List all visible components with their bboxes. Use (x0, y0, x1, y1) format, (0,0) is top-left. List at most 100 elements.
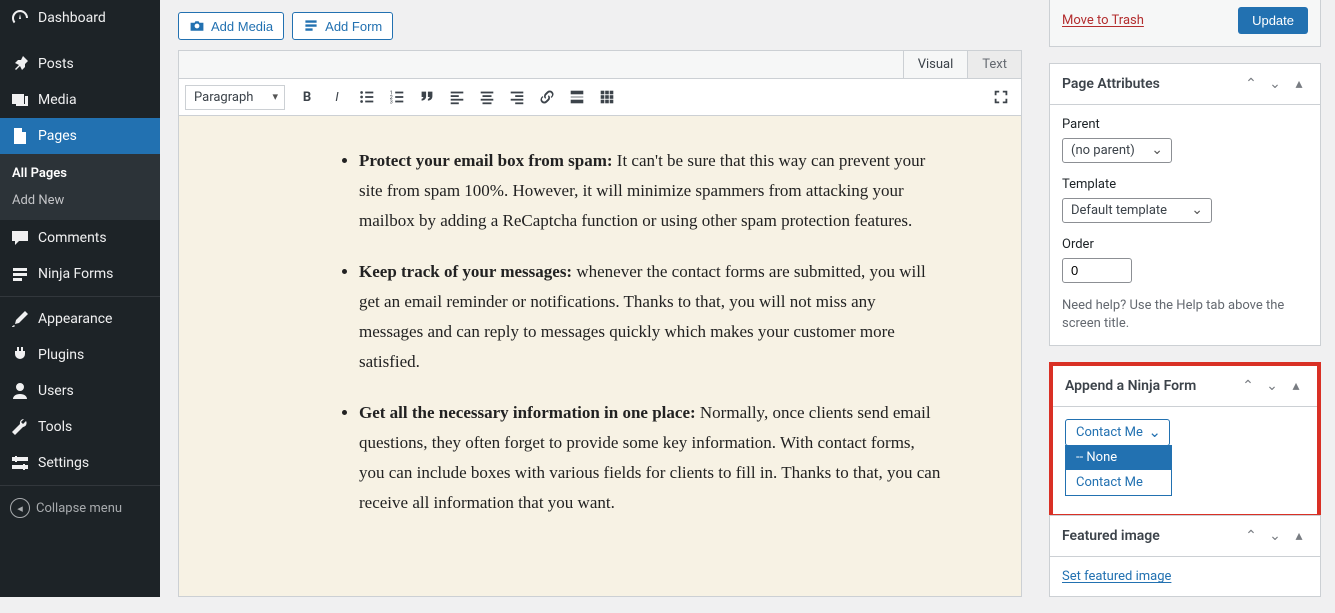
collapse-menu-button[interactable]: ◂ Collapse menu (0, 490, 160, 526)
ninja-option-none[interactable]: -- None (1066, 445, 1171, 470)
move-down-icon[interactable]: ⌄ (1266, 528, 1284, 544)
parent-select[interactable]: (no parent) (1062, 138, 1172, 163)
sidebar-label: Pages (38, 128, 77, 144)
sidebar-item-pages[interactable]: Pages (0, 118, 160, 154)
tab-text[interactable]: Text (967, 51, 1021, 78)
toolbar-toggle-button[interactable] (593, 83, 621, 111)
toggle-panel-icon[interactable]: ▴ (1287, 378, 1305, 394)
sidebar-item-settings[interactable]: Settings (0, 445, 160, 481)
featured-image-box: Featured image ⌃ ⌄ ▴ Set featured image (1049, 515, 1321, 597)
parent-select-value: (no parent) (1071, 143, 1135, 158)
format-select[interactable]: Paragraph (185, 85, 285, 110)
editor-mode-tabs: Visual Text (179, 51, 1021, 79)
editor-container: Visual Text Paragraph B I 123 Protect yo… (178, 50, 1022, 597)
media-toolbar: Add Media Add Form (178, 12, 1022, 40)
italic-button[interactable]: I (323, 83, 351, 111)
parent-label: Parent (1062, 117, 1308, 132)
sidebar-item-plugins[interactable]: Plugins (0, 337, 160, 373)
sidebar-label: Posts (38, 56, 74, 72)
dashboard-icon (10, 8, 30, 28)
template-select-value: Default template (1071, 203, 1167, 218)
order-input[interactable] (1062, 258, 1132, 283)
toggle-panel-icon[interactable]: ▴ (1290, 528, 1308, 544)
align-right-button[interactable] (503, 83, 531, 111)
tab-visual[interactable]: Visual (903, 51, 968, 78)
update-button[interactable]: Update (1238, 7, 1308, 34)
ninja-select-value: Contact Me (1076, 425, 1143, 440)
tinymce-toolbar: Paragraph B I 123 (179, 79, 1021, 116)
camera-music-icon (189, 18, 205, 34)
ninja-forms-icon (10, 264, 30, 284)
move-down-icon[interactable]: ⌄ (1263, 378, 1281, 394)
sidebar-sub-add-new[interactable]: Add New (0, 187, 160, 214)
pages-icon (10, 126, 30, 146)
page-attributes-header[interactable]: Page Attributes ⌃ ⌄ ▴ (1050, 64, 1320, 105)
link-button[interactable] (533, 83, 561, 111)
sidebar-item-dashboard[interactable]: Dashboard (0, 0, 160, 36)
add-form-button[interactable]: Add Form (292, 12, 393, 40)
bullet-3-bold: Get all the necessary information in one… (359, 403, 696, 422)
move-to-trash-link[interactable]: Move to Trash (1062, 13, 1144, 28)
sidebar-label: Plugins (38, 347, 84, 363)
sidebar-item-comments[interactable]: Comments (0, 220, 160, 256)
move-up-icon[interactable]: ⌃ (1239, 378, 1257, 394)
sidebar-item-appearance[interactable]: Appearance (0, 301, 160, 337)
sidebar-item-posts[interactable]: Posts (0, 46, 160, 82)
add-media-label: Add Media (211, 19, 273, 34)
template-label: Template (1062, 177, 1308, 192)
featured-image-header[interactable]: Featured image ⌃ ⌄ ▴ (1050, 516, 1320, 557)
comments-icon (10, 228, 30, 248)
template-select[interactable]: Default template (1062, 198, 1212, 223)
sidebar-label: Media (38, 92, 77, 108)
sidebar-sub-all-pages[interactable]: All Pages (0, 160, 160, 187)
align-left-button[interactable] (443, 83, 471, 111)
sidebar-item-users[interactable]: Users (0, 373, 160, 409)
sidebar-label: Comments (38, 230, 107, 246)
add-media-button[interactable]: Add Media (178, 12, 284, 40)
move-up-icon[interactable]: ⌃ (1242, 528, 1260, 544)
sidebar-sub-pages: All Pages Add New (0, 154, 160, 220)
plug-icon (10, 345, 30, 365)
ninja-form-dropdown: -- None Contact Me (1065, 445, 1172, 496)
blockquote-button[interactable] (413, 83, 441, 111)
page-attr-help-text: Need help? Use the Help tab above the sc… (1062, 297, 1308, 333)
pin-icon (10, 54, 30, 74)
sidebar-item-media[interactable]: Media (0, 82, 160, 118)
right-sidebar: Move to Trash Update Page Attributes ⌃ ⌄… (1049, 0, 1321, 613)
read-more-button[interactable] (563, 83, 591, 111)
wrench-icon (10, 417, 30, 437)
content-bullet-2: Keep track of your messages: whenever th… (359, 257, 981, 376)
sidebar-item-tools[interactable]: Tools (0, 409, 160, 445)
page-attributes-box: Page Attributes ⌃ ⌄ ▴ Parent (no parent)… (1049, 63, 1321, 346)
sidebar-label: Dashboard (38, 10, 106, 26)
add-form-label: Add Form (325, 19, 382, 34)
format-select-value: Paragraph (194, 90, 253, 105)
ninja-header[interactable]: Append a Ninja Form ⌃ ⌄ ▴ (1053, 366, 1317, 407)
media-icon (10, 90, 30, 110)
admin-sidebar: Dashboard Posts Media Pages All Pages Ad… (0, 0, 160, 597)
bullet-1-bold: Protect your email box from spam: (359, 151, 613, 170)
svg-text:3: 3 (390, 99, 393, 105)
move-up-icon[interactable]: ⌃ (1242, 76, 1260, 92)
sidebar-label: Tools (38, 419, 72, 435)
bold-button[interactable]: B (293, 83, 321, 111)
toggle-panel-icon[interactable]: ▴ (1290, 76, 1308, 92)
bullet-list-button[interactable] (353, 83, 381, 111)
content-bullet-1: Protect your email box from spam: It can… (359, 146, 981, 235)
brush-icon (10, 309, 30, 329)
sidebar-item-ninja-forms[interactable]: Ninja Forms (0, 256, 160, 292)
sidebar-label: Ninja Forms (38, 266, 113, 282)
numbered-list-button[interactable]: 123 (383, 83, 411, 111)
editor-content-area[interactable]: Protect your email box from spam: It can… (179, 116, 1021, 596)
sidebar-label: Users (38, 383, 74, 399)
ninja-form-select[interactable]: Contact Me (1065, 419, 1170, 446)
order-label: Order (1062, 237, 1308, 252)
sidebar-label: Appearance (38, 311, 112, 327)
align-center-button[interactable] (473, 83, 501, 111)
fullscreen-button[interactable] (987, 83, 1015, 111)
set-featured-image-link[interactable]: Set featured image (1062, 569, 1171, 584)
collapse-label: Collapse menu (36, 501, 122, 516)
publish-box: Move to Trash Update (1049, 0, 1321, 47)
move-down-icon[interactable]: ⌄ (1266, 76, 1284, 92)
ninja-option-contact-me[interactable]: Contact Me (1066, 470, 1171, 495)
